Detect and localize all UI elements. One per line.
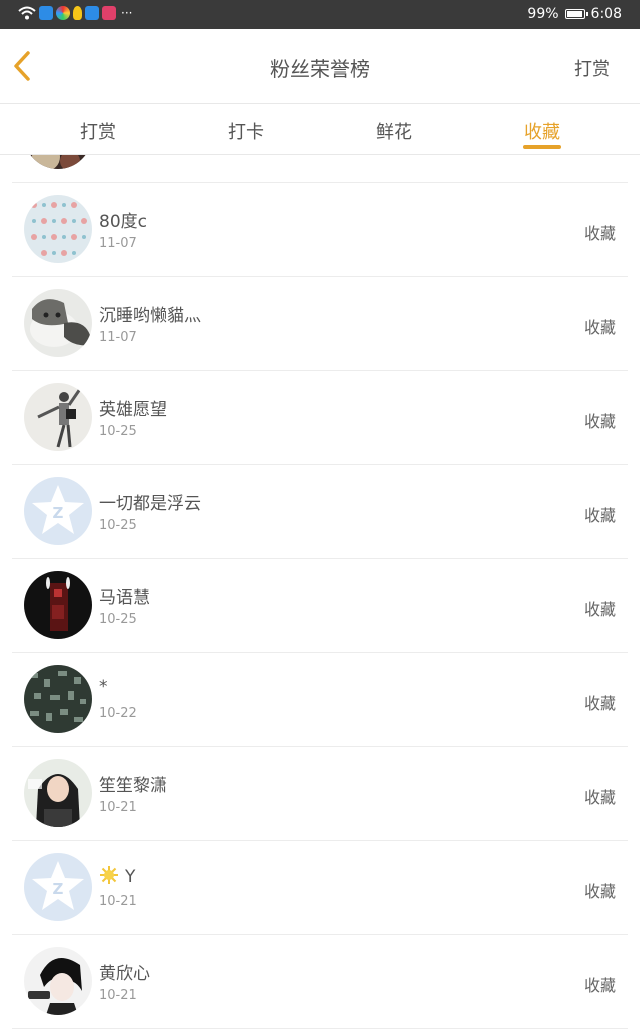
- collect-date: 11-07: [99, 330, 137, 345]
- list-item[interactable]: 笙笙黎潇 10-21 收藏: [12, 747, 628, 841]
- user-name: Y: [99, 865, 135, 887]
- status-bar: ··· 99% 6:08: [0, 0, 640, 29]
- list-item[interactable]: 80度c 11-07 收藏: [12, 183, 628, 277]
- wifi-icon: [18, 6, 36, 20]
- collect-date: 10-25: [99, 424, 137, 439]
- collect-label: 收藏: [583, 506, 616, 525]
- collect-label: 收藏: [583, 224, 616, 243]
- qq-star-icon: Z: [24, 853, 92, 921]
- tab-reward[interactable]: 打赏: [53, 118, 143, 144]
- svg-text:Z: Z: [53, 880, 64, 898]
- app-notification-icon: [102, 6, 116, 20]
- collect-date: 10-25: [99, 612, 137, 627]
- sun-icon: [100, 866, 118, 884]
- list-item[interactable]: Z 一切都是浮云 10-25 收藏: [12, 465, 628, 559]
- battery-icon: [564, 9, 588, 19]
- collect-label: 收藏: [583, 600, 616, 619]
- list-item[interactable]: 黄欣心 10-21 收藏: [12, 935, 628, 1029]
- battery-fill: [566, 11, 582, 17]
- collect-label: 收藏: [583, 976, 616, 995]
- fan-list: 80度c 11-07 收藏 沉睡哟懒貓灬 11-07 收藏 英雄愿望 10-25…: [12, 155, 628, 1029]
- tab-flowers[interactable]: 鲜花: [349, 118, 439, 144]
- collect-date: 11-07: [99, 236, 137, 251]
- list-item[interactable]: [12, 155, 628, 183]
- user-name: 沉睡哟懒貓灬: [99, 306, 201, 326]
- list-item[interactable]: * 10-22 收藏: [12, 653, 628, 747]
- svg-text:Z: Z: [53, 504, 64, 522]
- avatar: [24, 383, 92, 451]
- user-name: 80度c: [99, 212, 147, 232]
- avatar: Z: [24, 853, 92, 921]
- app-notification-icon: [39, 6, 53, 20]
- active-tab-indicator: [523, 145, 561, 149]
- collect-date: 10-21: [99, 988, 137, 1003]
- user-name: 黄欣心: [99, 964, 150, 984]
- tab-checkin[interactable]: 打卡: [201, 118, 291, 144]
- avatar: [24, 289, 92, 357]
- user-name: 马语慧: [99, 588, 150, 608]
- user-name: 英雄愿望: [99, 400, 167, 420]
- list-item[interactable]: 沉睡哟懒貓灬 11-07 收藏: [12, 277, 628, 371]
- reward-button[interactable]: 打赏: [574, 55, 610, 81]
- bulb-icon: [73, 6, 82, 20]
- app-notification-icon: [85, 6, 99, 20]
- page-title: 粉丝荣誉榜: [270, 57, 370, 81]
- avatar: [24, 947, 92, 1015]
- clock: 6:08: [590, 6, 622, 22]
- status-right: 99% 6:08: [527, 6, 622, 22]
- avatar: [24, 195, 92, 263]
- list-item[interactable]: Z Y 10-21 收藏: [12, 841, 628, 935]
- collect-label: 收藏: [583, 788, 616, 807]
- collect-label: 收藏: [583, 318, 616, 337]
- nav-header: 粉丝荣誉榜 打赏: [0, 29, 640, 104]
- app-notification-icon: [56, 6, 70, 20]
- avatar: [24, 759, 92, 827]
- collect-label: 收藏: [583, 694, 616, 713]
- collect-label: 收藏: [583, 882, 616, 901]
- collect-label: 收藏: [583, 412, 616, 431]
- status-icons: ···: [18, 6, 132, 20]
- qq-star-icon: Z: [24, 477, 92, 545]
- avatar: [24, 665, 92, 733]
- battery-percent: 99%: [527, 6, 559, 22]
- more-notifications: ···: [121, 6, 133, 20]
- collect-date: 10-21: [99, 894, 137, 909]
- tab-collect[interactable]: 收藏: [497, 118, 587, 144]
- user-name-text: Y: [125, 867, 136, 887]
- user-name: 笙笙黎潇: [99, 776, 167, 796]
- list-item[interactable]: 马语慧 10-25 收藏: [12, 559, 628, 653]
- user-name: 一切都是浮云: [99, 494, 201, 514]
- list-item[interactable]: 英雄愿望 10-25 收藏: [12, 371, 628, 465]
- collect-date: 10-22: [99, 706, 137, 721]
- avatar: Z: [24, 477, 92, 545]
- collect-date: 10-21: [99, 800, 137, 815]
- collect-date: 10-25: [99, 518, 137, 533]
- avatar: [24, 571, 92, 639]
- user-name: *: [99, 677, 108, 697]
- avatar: [24, 155, 92, 169]
